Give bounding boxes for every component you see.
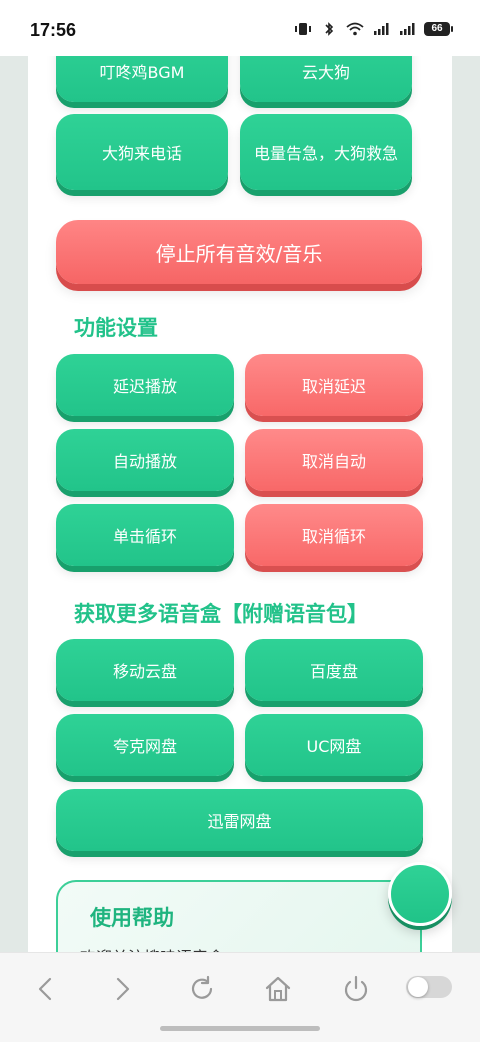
button-label: UC网盘 bbox=[306, 737, 362, 756]
help-card: 使用帮助 欢迎关注搜哇语音盒 bbox=[56, 880, 422, 952]
stop-all-label: 停止所有音效/音乐 bbox=[155, 241, 323, 266]
vibrate-icon bbox=[295, 23, 311, 35]
uc-pan-button[interactable]: UC网盘 bbox=[245, 714, 423, 776]
refresh-icon bbox=[191, 975, 213, 999]
home-indicator bbox=[160, 1026, 320, 1031]
cancel-auto-button[interactable]: 取消自动 bbox=[245, 429, 423, 491]
help-text: 欢迎关注搜哇语音盒 bbox=[80, 944, 224, 952]
forward-icon bbox=[116, 977, 130, 1001]
button-label: 移动云盘 bbox=[112, 662, 177, 681]
wifi-icon bbox=[346, 22, 364, 36]
button-label: 取消循环 bbox=[301, 527, 366, 546]
button-label: 单击循环 bbox=[112, 527, 177, 546]
bottom-nav-bar bbox=[0, 952, 480, 1042]
sound-button-label: 云大狗 bbox=[301, 63, 350, 82]
signal-5g-icon bbox=[400, 23, 415, 35]
sound-button-battery-alert[interactable]: 电量告急，大狗救急 bbox=[240, 114, 412, 190]
baidu-pan-button[interactable]: 百度盘 bbox=[245, 639, 423, 701]
signal-5g-icon bbox=[374, 23, 389, 35]
battery-icon: 66 bbox=[424, 22, 453, 36]
quark-pan-button[interactable]: 夸克网盘 bbox=[56, 714, 234, 776]
cancel-loop-button[interactable]: 取消循环 bbox=[245, 504, 423, 566]
sound-button-dog-call[interactable]: 大狗来电话 bbox=[56, 114, 228, 190]
scroll-content[interactable]: 叮咚鸡BGM 云大狗 大狗来电话 电量告急，大狗救急 停止所有音效/音乐 功能设… bbox=[28, 56, 452, 952]
toggle-knob bbox=[408, 977, 428, 997]
button-label: 迅雷网盘 bbox=[207, 812, 272, 831]
mobile-cloud-button[interactable]: 移动云盘 bbox=[56, 639, 234, 701]
button-label: 夸克网盘 bbox=[112, 737, 177, 756]
back-button[interactable] bbox=[30, 973, 62, 1005]
status-icons: 66 bbox=[294, 22, 453, 36]
page-frame: 叮咚鸡BGM 云大狗 大狗来电话 电量告急，大狗救急 停止所有音效/音乐 功能设… bbox=[0, 56, 480, 952]
button-label: 延迟播放 bbox=[112, 377, 177, 396]
back-icon bbox=[38, 977, 52, 1001]
button-label: 自动播放 bbox=[112, 452, 177, 471]
bluetooth-icon bbox=[325, 22, 334, 36]
home-button[interactable] bbox=[262, 973, 294, 1005]
auto-play-button[interactable]: 自动播放 bbox=[56, 429, 234, 491]
click-loop-button[interactable]: 单击循环 bbox=[56, 504, 234, 566]
sound-button-cloud-dog[interactable]: 云大狗 bbox=[240, 56, 412, 102]
sound-button-label: 大狗来电话 bbox=[101, 144, 182, 163]
section-title-settings: 功能设置 bbox=[74, 316, 158, 340]
button-label: 百度盘 bbox=[309, 662, 358, 681]
help-title: 使用帮助 bbox=[90, 906, 174, 930]
button-label: 取消延迟 bbox=[301, 377, 366, 396]
refresh-button[interactable] bbox=[186, 973, 218, 1005]
delay-play-button[interactable]: 延迟播放 bbox=[56, 354, 234, 416]
sound-button-bgm[interactable]: 叮咚鸡BGM bbox=[56, 56, 228, 102]
button-label: 取消自动 bbox=[301, 452, 366, 471]
section-title-more: 获取更多语音盒【附赠语音包】 bbox=[74, 602, 368, 626]
status-time: 17:56 bbox=[30, 20, 77, 40]
xunlei-pan-button[interactable]: 迅雷网盘 bbox=[56, 789, 423, 851]
cancel-delay-button[interactable]: 取消延迟 bbox=[245, 354, 423, 416]
power-button[interactable] bbox=[340, 973, 372, 1005]
home-icon bbox=[265, 976, 291, 1002]
toggle-switch[interactable] bbox=[406, 976, 452, 998]
power-icon bbox=[344, 975, 368, 1002]
floating-action-button[interactable] bbox=[388, 862, 452, 926]
forward-button[interactable] bbox=[106, 973, 138, 1005]
status-bar: 17:56 66 bbox=[0, 0, 480, 56]
sound-button-label: 电量告急，大狗救急 bbox=[253, 144, 398, 163]
sound-button-label: 叮咚鸡BGM bbox=[99, 63, 185, 82]
stop-all-button[interactable]: 停止所有音效/音乐 bbox=[56, 220, 422, 284]
